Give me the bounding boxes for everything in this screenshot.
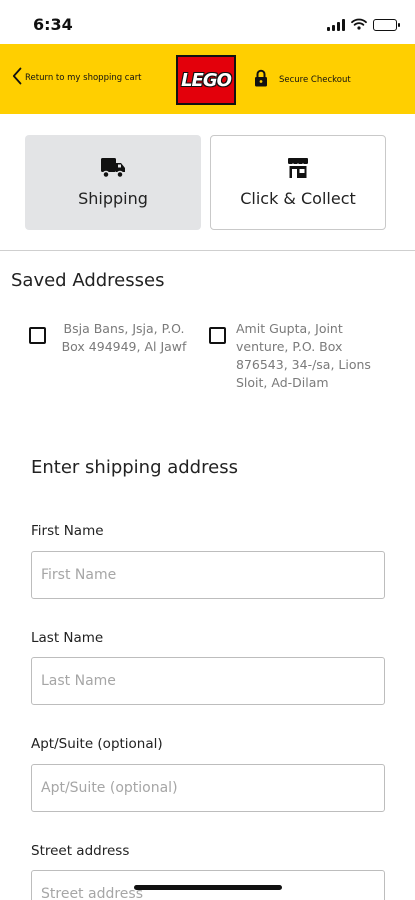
home-indicator[interactable] [134, 885, 282, 890]
first-name-field[interactable] [31, 551, 385, 599]
saved-address-item[interactable]: Amit Gupta, Joint venture, P.O. Box 8765… [209, 320, 374, 392]
lock-icon [254, 69, 268, 91]
checkout-header: Return to my shopping cart LEGO Secure C… [0, 44, 415, 114]
click-and-collect-label: Click & Collect [240, 189, 356, 208]
section-divider [0, 250, 415, 251]
apt-suite-label: Apt/Suite (optional) [31, 736, 163, 752]
saved-address-checkbox[interactable] [29, 327, 46, 344]
back-to-cart-link[interactable]: Return to my shopping cart [12, 67, 142, 89]
status-time: 6:34 [33, 15, 73, 34]
chevron-left-icon [12, 67, 22, 89]
first-name-label: First Name [31, 523, 104, 539]
status-icons [327, 15, 400, 34]
saved-address-text: Bsja Bans, Jsja, P.O. Box 494949, Al Jaw… [61, 321, 187, 354]
truck-icon [100, 157, 126, 183]
secure-checkout: Secure Checkout [254, 69, 351, 91]
saved-address-text: Amit Gupta, Joint venture, P.O. Box 8765… [236, 321, 371, 390]
click-and-collect-option-button[interactable]: Click & Collect [210, 135, 386, 230]
saved-address-checkbox[interactable] [209, 327, 226, 344]
lego-logo: LEGO [176, 55, 236, 105]
shipping-form-title: Enter shipping address [31, 457, 238, 478]
saved-addresses-title: Saved Addresses [11, 270, 165, 291]
shipping-option-label: Shipping [78, 189, 148, 208]
store-icon [287, 157, 309, 183]
last-name-field[interactable] [31, 657, 385, 705]
shipping-option-button[interactable]: Shipping [25, 135, 201, 230]
secure-checkout-label: Secure Checkout [279, 75, 351, 85]
status-bar: 6:34 [0, 0, 415, 44]
signal-icon [327, 18, 345, 31]
saved-address-item[interactable]: Bsja Bans, Jsja, P.O. Box 494949, Al Jaw… [29, 320, 189, 356]
battery-icon [373, 18, 400, 31]
last-name-label: Last Name [31, 630, 104, 646]
wifi-icon [351, 15, 367, 34]
back-to-cart-label: Return to my shopping cart [25, 73, 142, 83]
apt-suite-field[interactable] [31, 764, 385, 812]
logo-text: LEGO [181, 69, 232, 91]
street-address-label: Street address [31, 843, 130, 859]
